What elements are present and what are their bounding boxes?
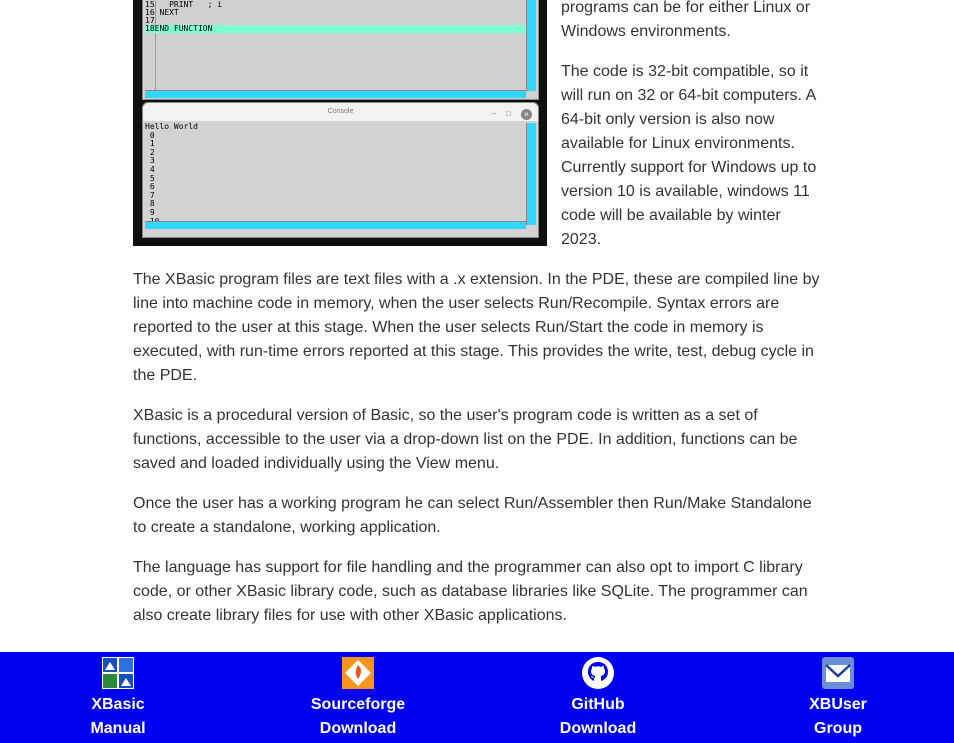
footer-label: XBUser xyxy=(809,696,867,713)
body-paragraph: The language has support for file handli… xyxy=(133,559,808,624)
sourceforge-icon xyxy=(342,657,374,689)
body-paragraph: Once the user has a working program he c… xyxy=(133,495,812,536)
footer-label: Download xyxy=(319,720,397,737)
side-paragraph: programs can be for either Linux or Wind… xyxy=(561,0,811,40)
code-line-highlighted: 18END FUNCTION xyxy=(145,25,525,33)
code-line: 15 PRINT ; i xyxy=(145,0,223,9)
footer-label: Download xyxy=(559,720,637,737)
footer-label: Manual xyxy=(90,720,146,737)
xbasic-manual-link[interactable]: XBasic Manual xyxy=(48,657,188,741)
maximize-icon[interactable]: □ xyxy=(506,105,511,123)
console-vertical-scrollbar[interactable] xyxy=(526,123,536,225)
code-vertical-scrollbar[interactable] xyxy=(526,0,536,91)
footer-label: Sourceforge xyxy=(310,696,406,713)
body-paragraph: The XBasic program files are text files … xyxy=(133,271,820,384)
code-line: 16 NEXT xyxy=(145,8,179,17)
console-window: Console – □ × Hello World 0 1 2 3 4 5 6 … xyxy=(142,102,539,238)
code-horizontal-scrollbar[interactable] xyxy=(145,90,526,98)
console-title-bar: Console – □ × xyxy=(143,103,538,121)
github-download-link[interactable]: GitHub Download xyxy=(528,657,668,741)
footer-nav: XBasic Manual Sourceforge Download GitHu… xyxy=(0,652,954,743)
xbuser-group-link[interactable]: XBUser Group xyxy=(768,657,908,741)
sourceforge-download-link[interactable]: Sourceforge Download xyxy=(288,657,428,741)
console-output: Hello World 0 1 2 3 4 5 6 7 8 9 10 xyxy=(145,122,198,226)
footer-label: Group xyxy=(814,720,862,737)
footer-label: GitHub xyxy=(571,696,625,713)
console-title: Console xyxy=(327,108,354,115)
body-paragraph: XBasic is a procedural version of Basic,… xyxy=(133,407,798,472)
xbasic-manual-icon xyxy=(102,657,134,689)
minimize-icon[interactable]: – xyxy=(492,105,496,123)
close-icon[interactable]: × xyxy=(521,108,532,120)
footer-label: XBasic xyxy=(91,696,145,713)
code-editor-window: 15 PRINT ; i 16 NEXT 17 18END FUNCTION xyxy=(142,0,539,100)
console-horizontal-scrollbar[interactable] xyxy=(145,221,526,229)
github-icon xyxy=(582,657,614,689)
side-paragraph: The code is 32-bit compatible, so it wil… xyxy=(561,63,817,248)
mail-icon xyxy=(822,657,854,689)
code-listing: 15 PRINT ; i 16 NEXT 17 18END FUNCTION xyxy=(145,1,525,33)
pde-screenshot-figure: 15 PRINT ; i 16 NEXT 17 18END FUNCTION C… xyxy=(133,0,547,246)
